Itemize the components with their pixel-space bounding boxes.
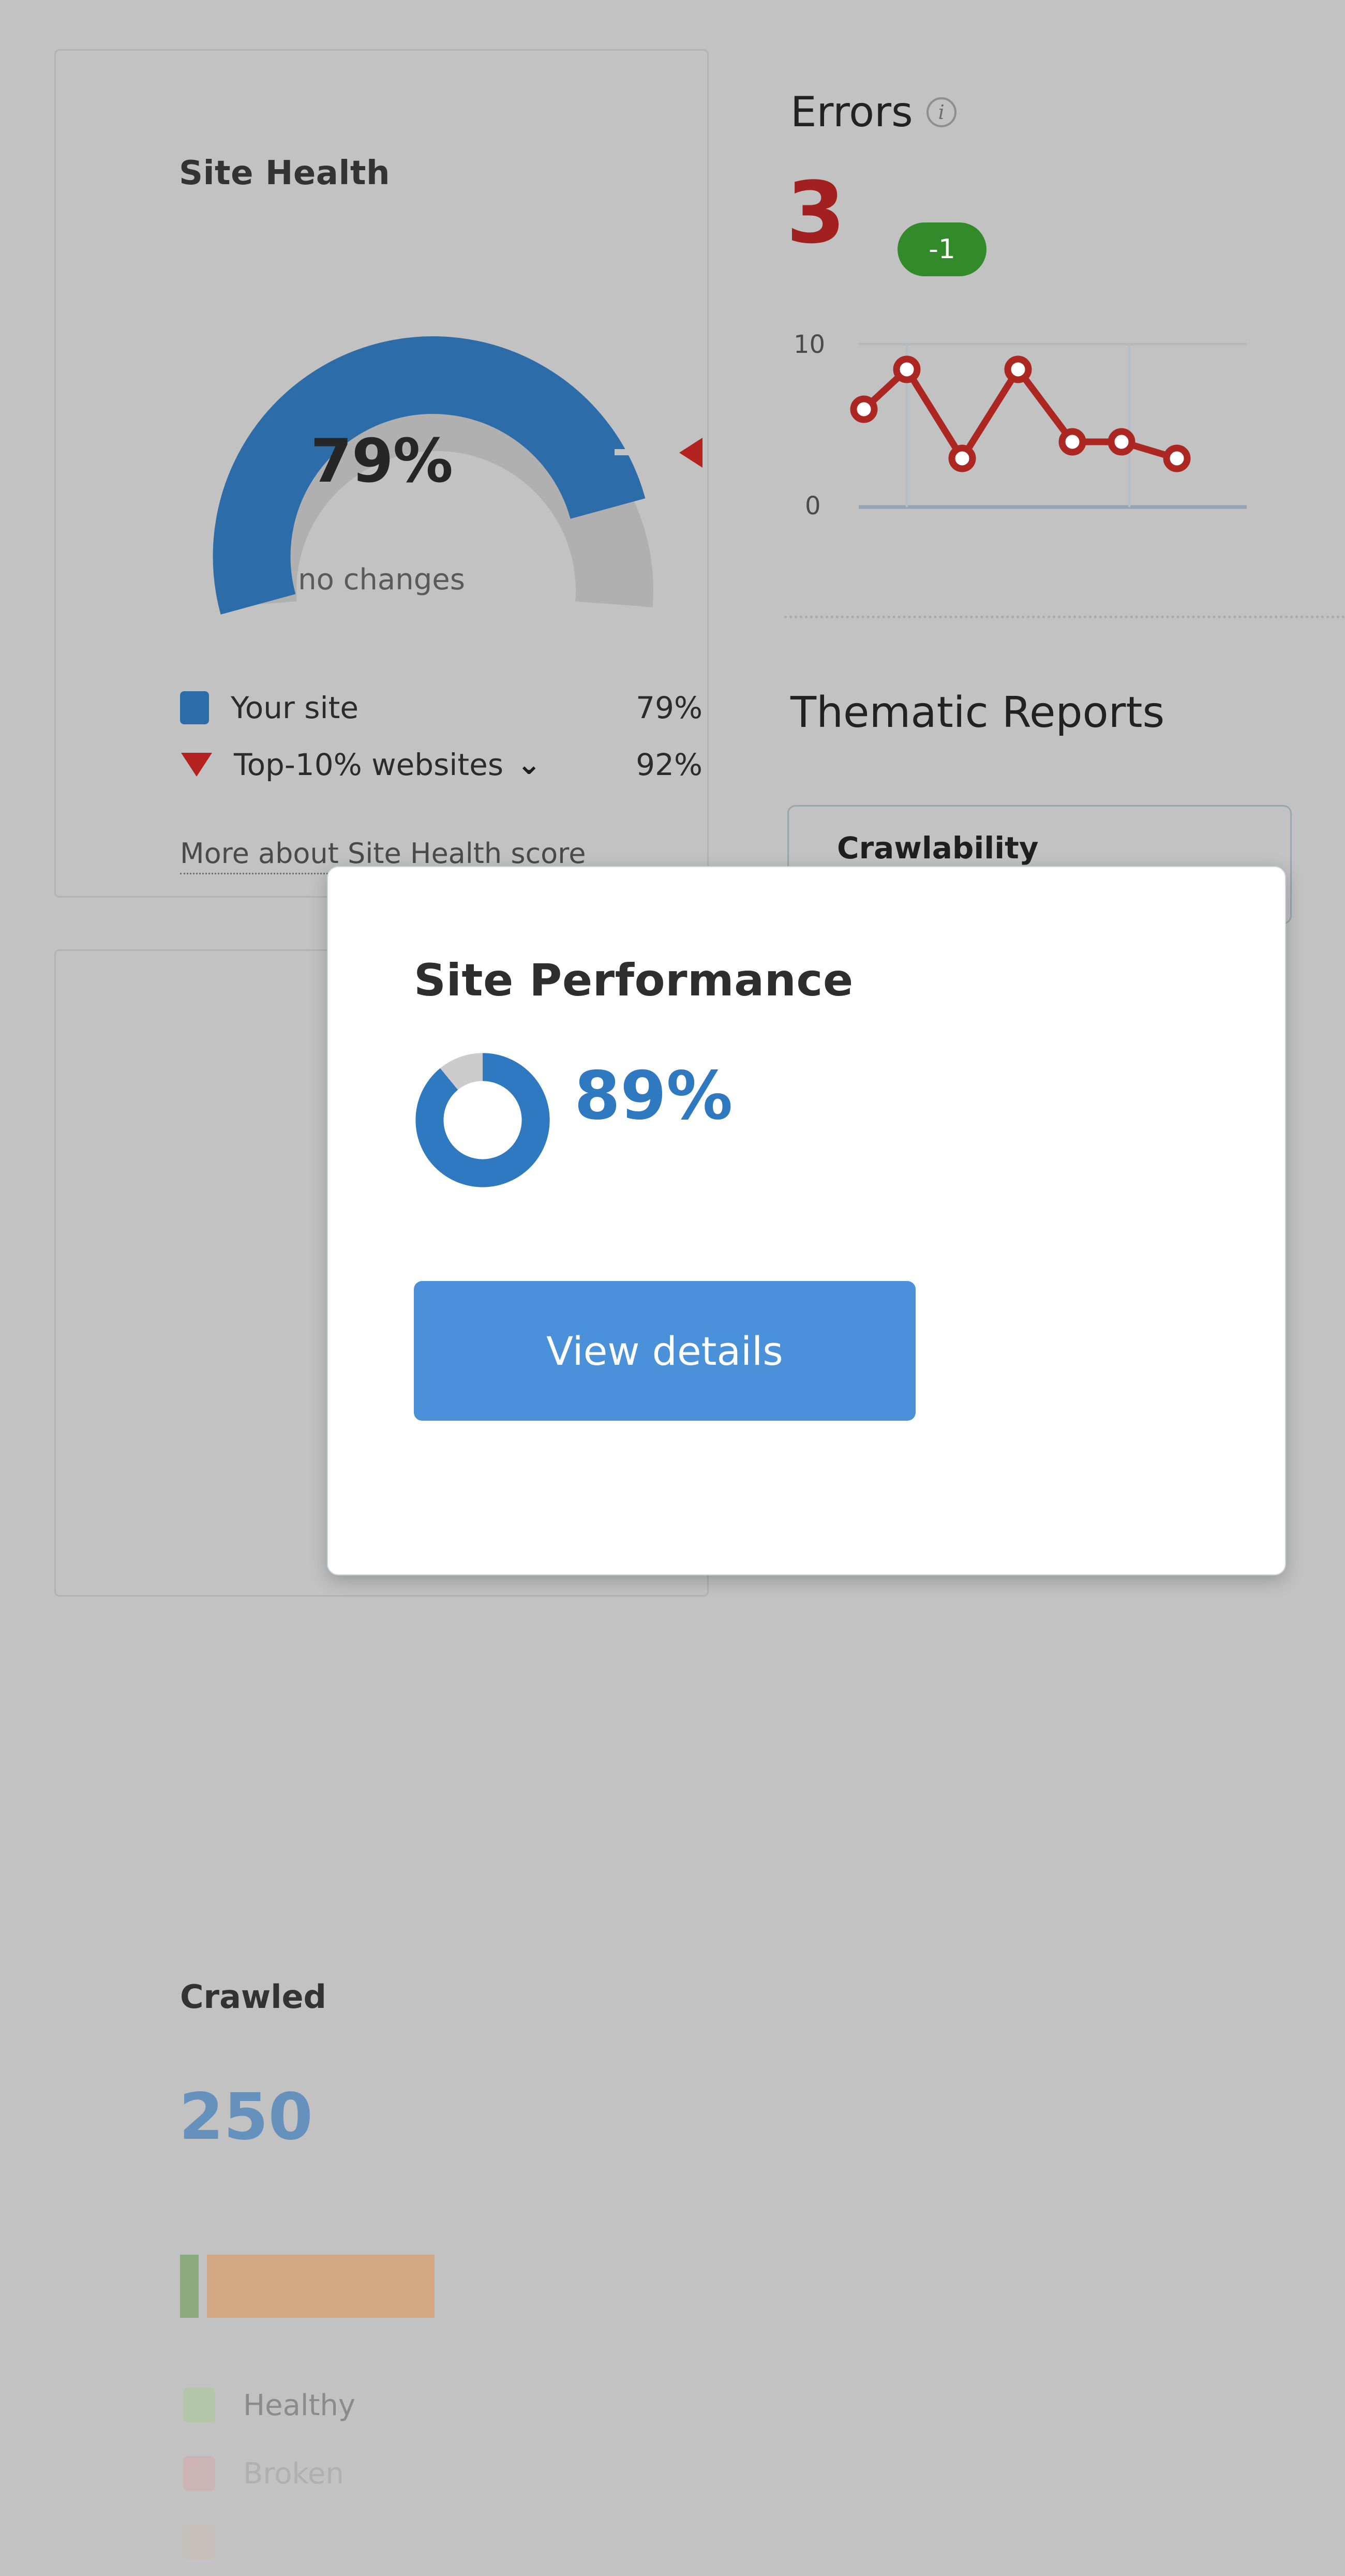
crawled-legend-row-broken: Broken	[183, 2439, 747, 2508]
crawled-legend-value-have-issues: 216	[692, 2525, 747, 2559]
legend-value-top10: 92%	[636, 747, 703, 782]
thematic-report-label-crawlability: Crawlability	[837, 830, 1039, 866]
site-health-legend: Your site 79% Top-10% websites ⌄ 92%	[180, 679, 703, 793]
site-health-title: Site Health	[179, 154, 391, 192]
crawled-bar-segment-have-issues	[207, 2255, 435, 2318]
crawled-count: 250	[179, 2080, 313, 2154]
legend-swatch-your-site	[180, 691, 209, 724]
site-health-score: 79%	[310, 426, 453, 496]
errors-count: 3	[786, 163, 846, 262]
crawled-legend: Healthy Broken Have issues 216	[183, 2371, 747, 2576]
errors-sparkline-chart: 10 0	[786, 326, 1252, 533]
crawled-legend-row-have-issues: Have issues 216	[183, 2508, 747, 2576]
errors-delta-badge: -1	[898, 222, 987, 276]
crawled-legend-label-broken: Broken	[243, 2456, 344, 2491]
crawled-legend-label-have-issues: Have issues	[243, 2525, 416, 2559]
info-icon[interactable]: i	[926, 97, 957, 127]
y-axis-tick-max: 10	[794, 330, 826, 359]
crawled-stacked-bar	[180, 2255, 435, 2318]
crawled-legend-swatch-broken	[183, 2456, 215, 2491]
crawled-title: Crawled	[180, 1978, 326, 2016]
legend-triangle-icon	[181, 753, 212, 777]
site-health-change: no changes	[298, 563, 465, 597]
crawled-legend-swatch-healthy	[183, 2388, 215, 2423]
site-health-card: Site Health 79% no changes Your site 79%…	[54, 49, 709, 898]
legend-label-your-site: Your site	[231, 690, 359, 725]
errors-header: Errors i	[790, 88, 957, 136]
crawled-legend-label-healthy: Healthy	[243, 2388, 356, 2422]
dashboard-root: Site Health 79% no changes Your site 79%…	[0, 0, 1345, 2559]
site-performance-donut-chart	[413, 1050, 552, 1190]
crawled-legend-swatch-have-issues	[183, 2524, 215, 2559]
y-axis-tick-min: 0	[805, 492, 821, 520]
legend-row-your-site: Your site 79%	[180, 679, 703, 736]
section-divider	[784, 616, 1345, 618]
errors-title: Errors	[790, 88, 913, 136]
popup-title: Site Performance	[414, 955, 854, 1006]
legend-value-your-site: 79%	[636, 690, 703, 725]
errors-series-points	[850, 355, 1191, 472]
crawled-bar-segment-healthy	[180, 2255, 199, 2318]
thematic-reports-title: Thematic Reports	[790, 688, 1165, 737]
view-details-button[interactable]: View details	[414, 1281, 916, 1421]
donut-svg	[415, 1053, 550, 1187]
site-performance-percent: 89%	[574, 1058, 733, 1135]
site-performance-popup: Site Performance	[327, 866, 1286, 1575]
legend-label-top10: Top-10% websites	[234, 747, 504, 782]
errors-sparkline-svg	[850, 343, 1247, 509]
crawled-legend-row-healthy: Healthy	[183, 2371, 747, 2439]
legend-row-top10[interactable]: Top-10% websites ⌄ 92%	[180, 736, 703, 793]
chevron-down-icon[interactable]: ⌄	[517, 750, 541, 779]
donut-value-arc	[415, 1053, 550, 1187]
